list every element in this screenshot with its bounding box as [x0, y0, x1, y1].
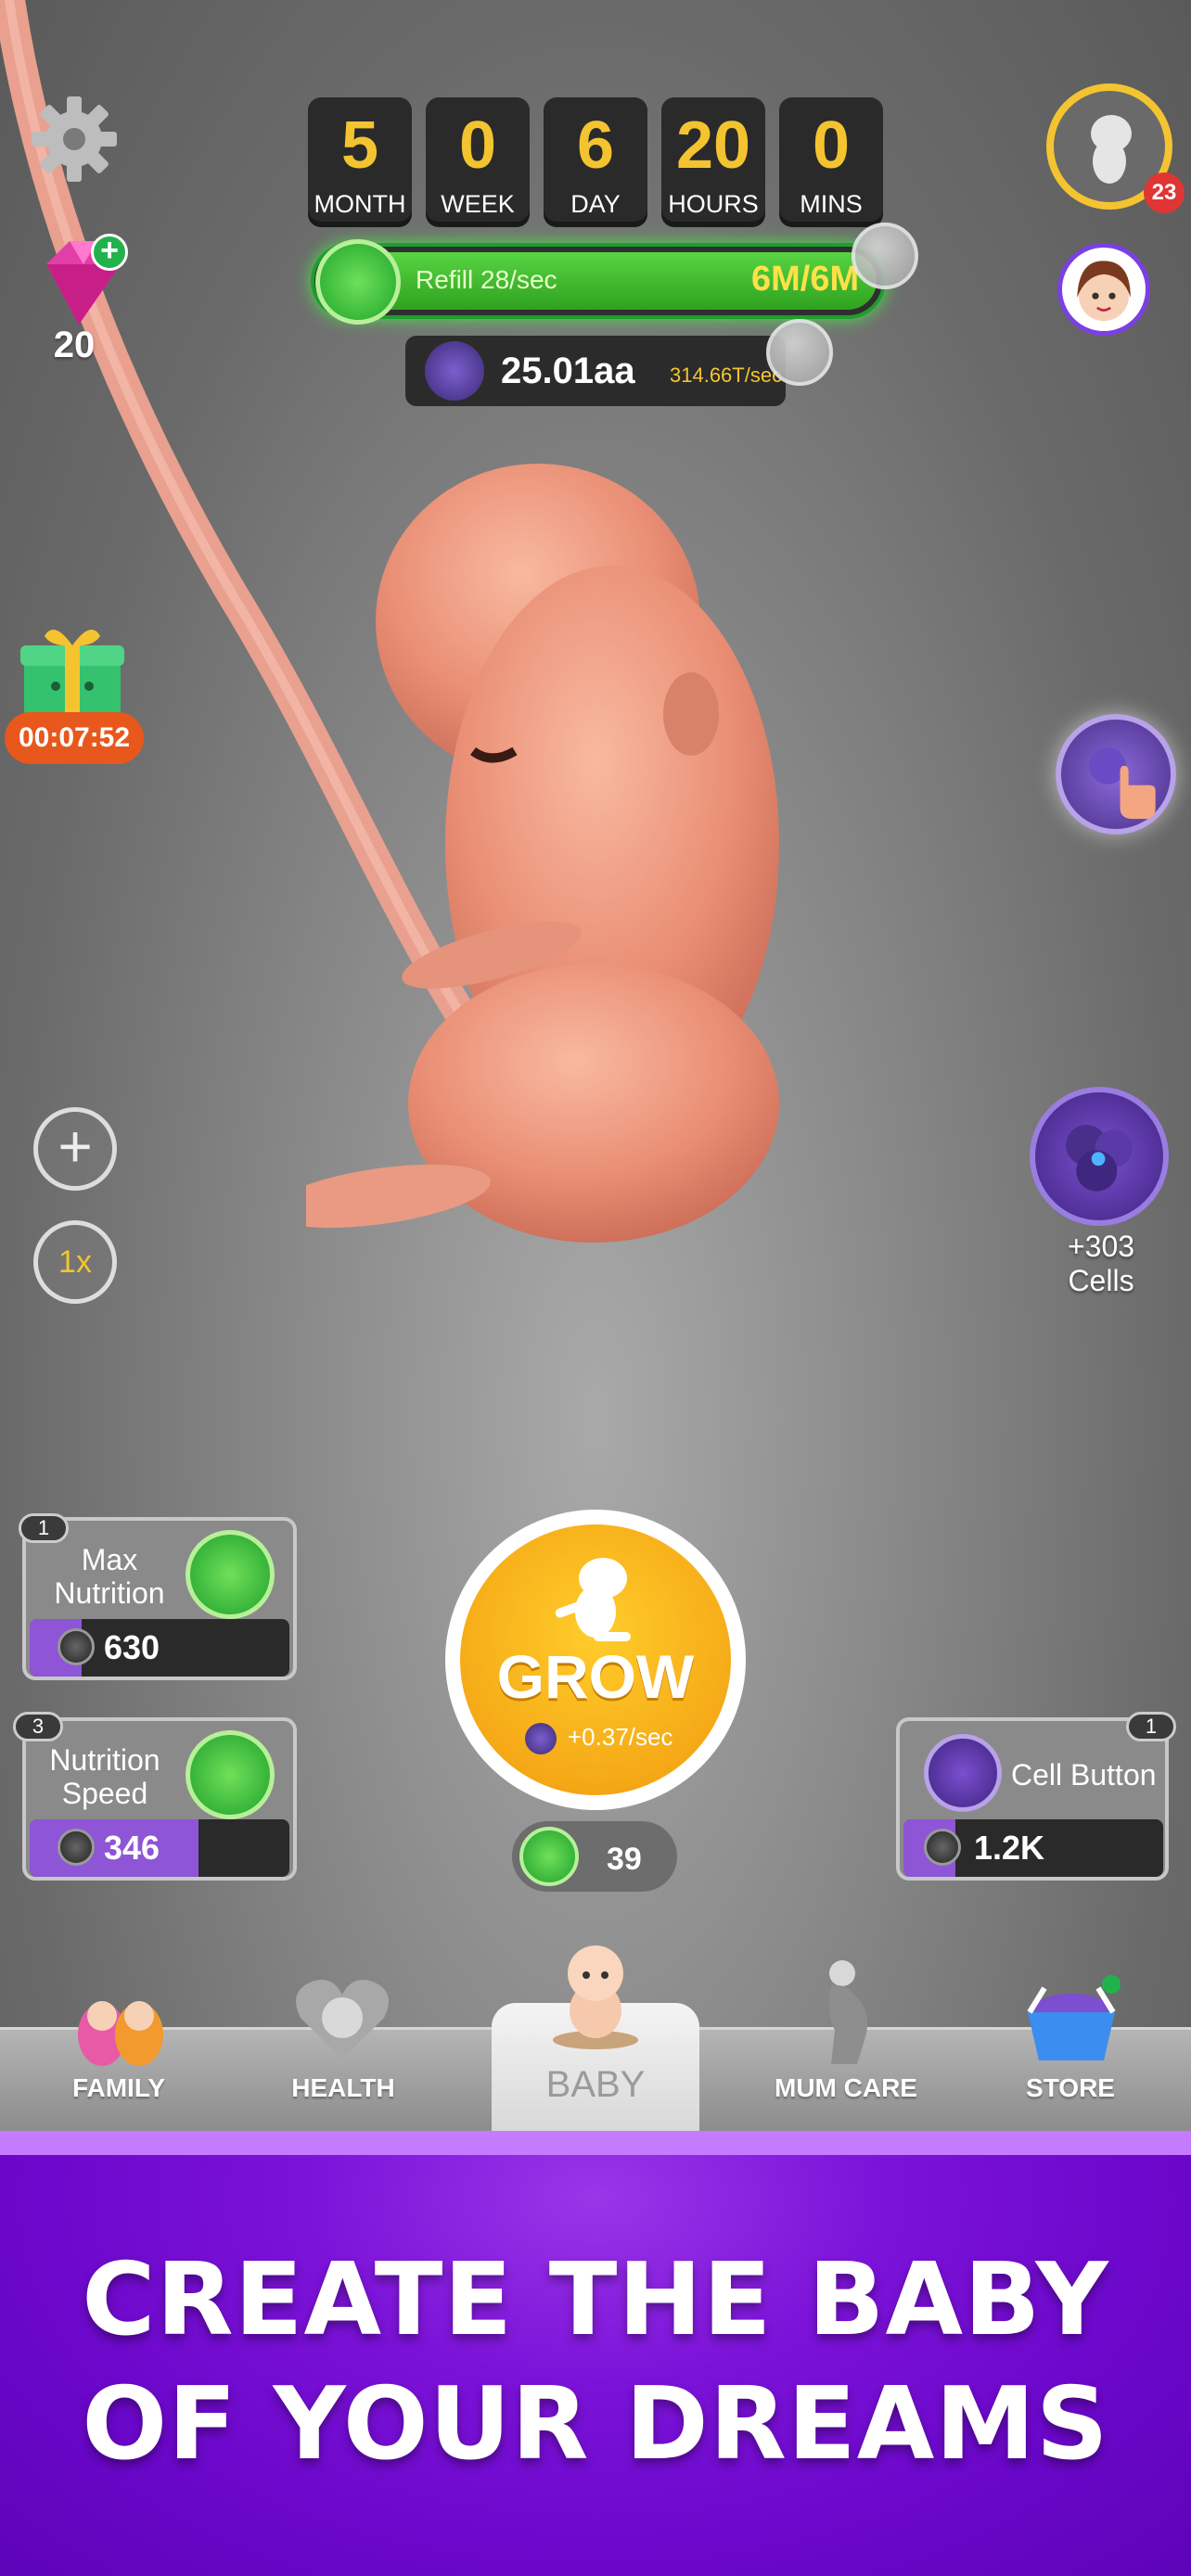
auto-tap-cell-button[interactable]: [1056, 714, 1176, 835]
upgrade-level-badge: 1: [1126, 1712, 1176, 1741]
nutrition-fetus-icon: [186, 1730, 275, 1819]
upgrade-level-badge: 1: [19, 1513, 69, 1543]
family-twins-icon: [78, 2001, 163, 2066]
bonus-cells-label: +303 Cells: [1067, 1230, 1135, 1297]
settings-gear-icon[interactable]: [28, 93, 121, 185]
banner-headline-line1: CREATE THE BABY: [82, 2242, 1109, 2358]
upgrade-title: Nutrition Speed: [35, 1743, 174, 1810]
time-day-value: 6: [576, 108, 615, 183]
mother-avatar[interactable]: [1057, 243, 1150, 336]
baby-icon: [553, 1945, 638, 2049]
upgrade-title-line1: Nutrition: [49, 1743, 160, 1777]
bonus-cells-button[interactable]: [1030, 1087, 1169, 1226]
refill-value-text: 6M/6M: [751, 260, 860, 299]
gift-box-icon[interactable]: [17, 619, 128, 721]
baby-count: 39: [607, 1842, 642, 1877]
time-month-value: 5: [340, 108, 379, 183]
cell-coin-icon: [58, 1628, 95, 1665]
mum-care-pregnant-icon: [828, 1960, 868, 2064]
cells-rate: 314.66T/sec: [670, 363, 783, 387]
upgrade-card-max-nutrition[interactable]: 1 Max Nutrition 630: [19, 1513, 297, 1680]
hand-tap-icon: [1088, 746, 1156, 820]
time-mins-value: 0: [812, 108, 851, 183]
time-month: 5 MONTH: [308, 97, 412, 227]
upgrade-title-line2: Nutrition: [54, 1576, 165, 1610]
nav-mum-care[interactable]: MUM CARE: [762, 2073, 929, 2103]
cells-total: 25.01aa: [501, 351, 635, 391]
cells-cluster-icon: [924, 1734, 1002, 1812]
time-mins-label: MINS: [800, 190, 863, 218]
time-hours-value: 20: [675, 108, 751, 183]
store-basket-icon: [1027, 1975, 1121, 2060]
cells-knob-icon: [766, 319, 833, 386]
fetus-image: [306, 464, 779, 1243]
upgrade-cost: 1.2K: [974, 1829, 1045, 1867]
time-day: 6 DAY: [544, 97, 647, 227]
nav-baby: BABY: [545, 2064, 646, 2105]
time-day-label: DAY: [570, 190, 621, 218]
time-week-label: WEEK: [441, 190, 515, 218]
nutrition-fetus-icon: [519, 1827, 579, 1886]
cells-cluster-icon: [1066, 1124, 1133, 1192]
level-badge: 23: [1144, 172, 1185, 213]
cell-icon: [425, 341, 484, 401]
grow-label: GROW: [496, 1642, 695, 1711]
zoom-in-button[interactable]: +: [33, 1107, 117, 1191]
upgrade-cost: 630: [104, 1628, 160, 1666]
promo-banner: [0, 2155, 1191, 2576]
grow-rate: +0.37/sec: [568, 1723, 673, 1751]
upgrade-level-badge: 3: [13, 1712, 63, 1741]
time-week: 0 WEEK: [426, 97, 530, 227]
upgrade-title: Cell Button: [1011, 1758, 1157, 1792]
health-heart-icon: [296, 1980, 389, 2060]
upgrade-title: Max Nutrition: [45, 1543, 174, 1610]
refill-rate-text: Refill 28/sec: [416, 265, 557, 294]
time-week-value: 0: [458, 108, 497, 183]
nav-family[interactable]: FAMILY: [37, 2073, 200, 2103]
banner-headline-line2: OF YOUR DREAMS: [82, 2366, 1109, 2482]
nutrition-fetus-plus-icon: [186, 1530, 275, 1619]
nutrition-fetus-icon: [315, 239, 401, 325]
gem-count: 20: [53, 325, 96, 365]
cell-coin-icon: [58, 1829, 95, 1866]
banner-divider: [0, 2131, 1191, 2155]
nav-store[interactable]: STORE: [989, 2073, 1152, 2103]
add-gems-button[interactable]: +: [91, 234, 128, 271]
upgrade-card-cell-button[interactable]: 1 Cell Button 1.2K: [896, 1712, 1176, 1881]
upgrade-cost: 346: [104, 1829, 160, 1867]
time-hours: 20 HOURS: [661, 97, 765, 227]
nav-health[interactable]: HEALTH: [262, 2073, 425, 2103]
time-mins: 0 MINS: [779, 97, 883, 227]
upgrade-title-line1: Max: [81, 1543, 138, 1576]
time-hours-label: HOURS: [668, 190, 759, 218]
fetus-icon: [555, 1558, 631, 1641]
time-month-label: MONTH: [314, 190, 406, 218]
mother-face-icon: [1077, 261, 1131, 322]
cell-icon: [525, 1723, 557, 1754]
upgrade-card-nutrition-speed[interactable]: 3 Nutrition Speed 346: [13, 1712, 297, 1881]
gift-timer: 00:07:52: [5, 712, 144, 764]
refill-knob-icon: [852, 223, 918, 289]
cell-coin-icon: [924, 1829, 961, 1866]
upgrade-title-line2: Speed: [61, 1777, 148, 1810]
speed-toggle-button[interactable]: 1x: [33, 1220, 117, 1304]
